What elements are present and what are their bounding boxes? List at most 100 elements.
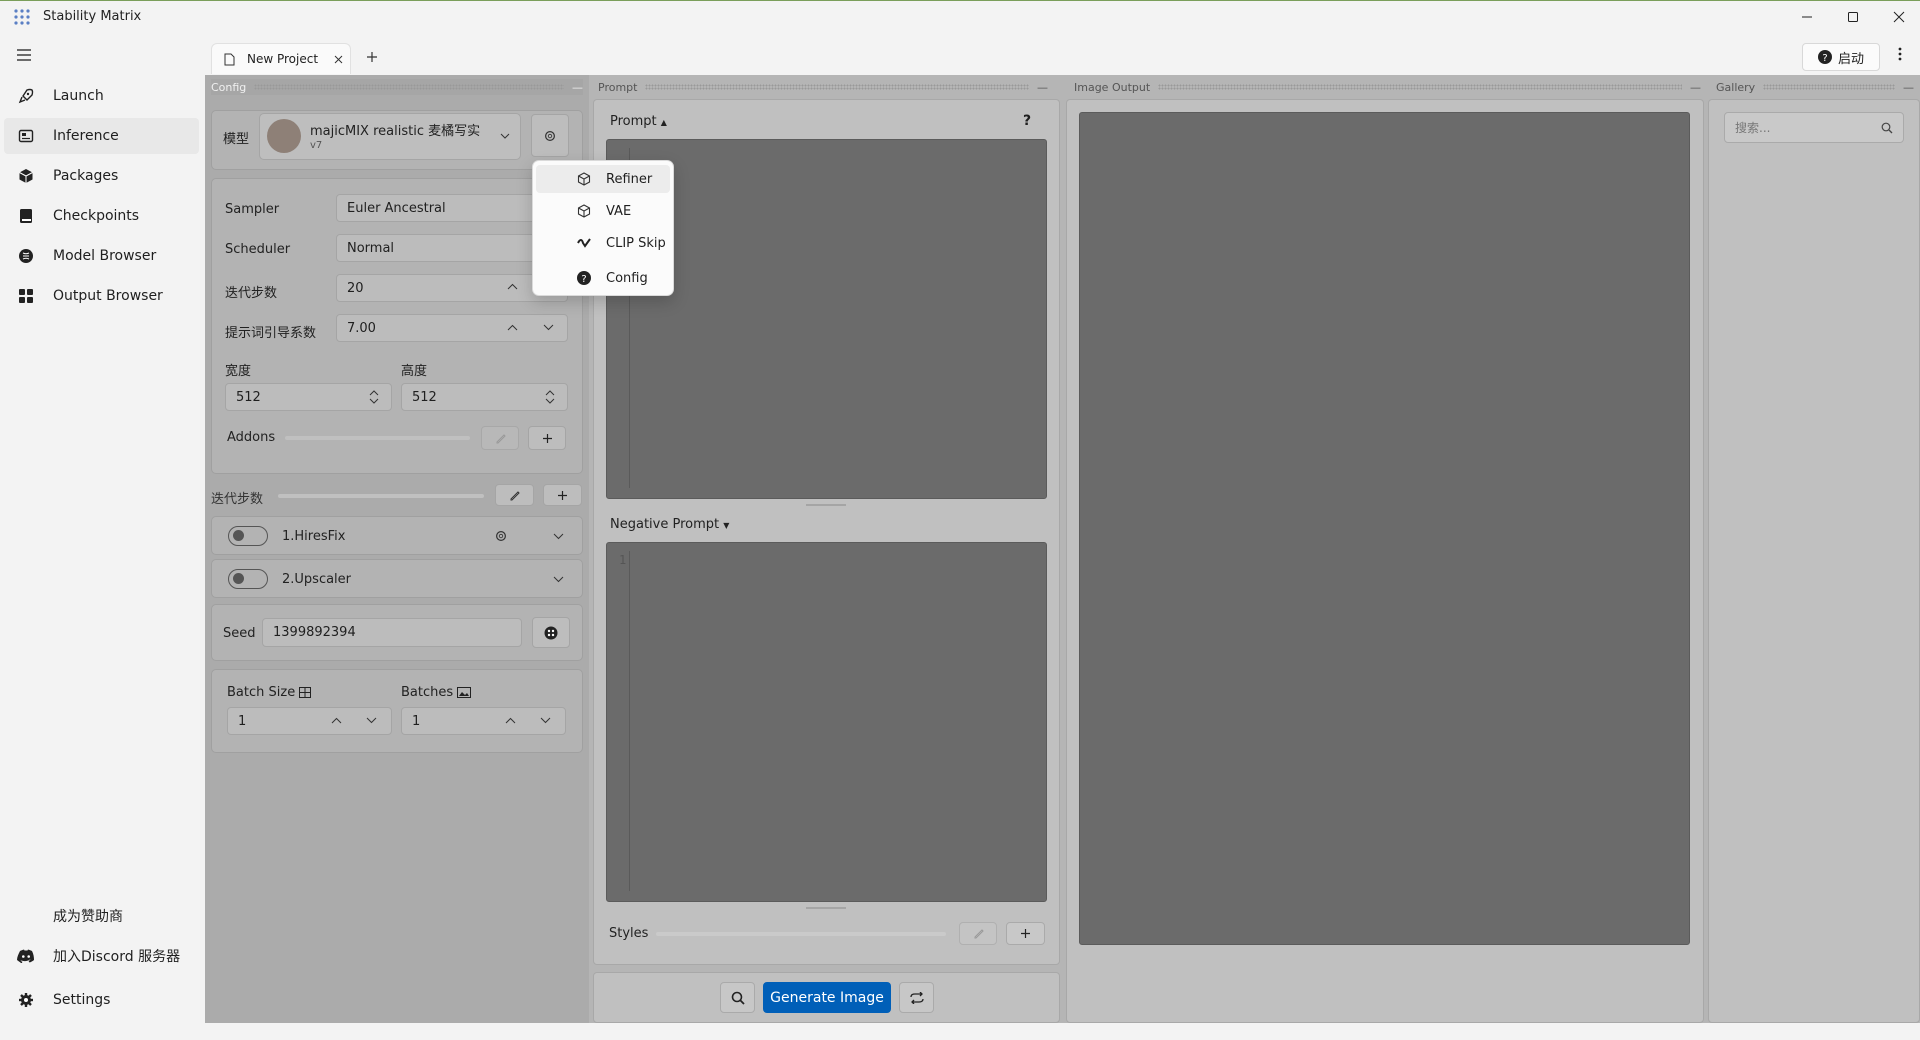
svg-text:?: ? [581, 274, 586, 285]
prompt-help-icon[interactable]: ? [1023, 113, 1031, 129]
collapse-icon[interactable]: — [1037, 81, 1048, 94]
negative-prompt-editor[interactable]: 1 [606, 542, 1047, 902]
window-bottom-edge [0, 1024, 1920, 1040]
pencil-icon [973, 928, 984, 939]
edit-styles-button[interactable] [959, 922, 997, 945]
width-input[interactable]: 512 [225, 383, 392, 411]
gallery-card [1708, 99, 1920, 1023]
menu-item-clip-skip[interactable]: CLIP Skip [536, 229, 670, 257]
gallery-panel-header[interactable]: Gallery — [1716, 79, 1914, 95]
nav-item-output-browser[interactable]: Output Browser [4, 278, 199, 314]
sampler-label: Sampler [225, 202, 280, 217]
chevron-up-icon[interactable] [505, 717, 516, 724]
zoom-button[interactable] [720, 982, 755, 1013]
more-options-icon[interactable] [1898, 47, 1902, 61]
caret-down-icon: ▼ [723, 521, 730, 530]
nav-item-packages[interactable]: Packages [4, 158, 199, 194]
collapse-icon[interactable]: — [572, 81, 583, 94]
maximize-button[interactable] [1830, 0, 1876, 34]
minimize-button[interactable] [1784, 0, 1830, 34]
menu-item-refiner[interactable]: Refiner [536, 165, 670, 193]
randomize-seed-button[interactable] [532, 617, 570, 648]
chevron-up-icon[interactable] [507, 283, 518, 290]
prompt-panel-header[interactable]: Prompt — [598, 79, 1048, 95]
spin-updown-icon[interactable] [369, 389, 379, 405]
model-select[interactable]: majicMIX realistic 麦橘写实 v7 [259, 113, 521, 160]
upscaler-card[interactable]: 2.Upscaler [211, 559, 583, 598]
nav-item-settings[interactable]: Settings [4, 982, 199, 1018]
nav-item-label: Output Browser [53, 288, 163, 304]
hamburger-menu-icon[interactable] [16, 48, 32, 62]
hiresfix-card[interactable]: 1.HiresFix [211, 516, 583, 555]
prompt-resize-handle[interactable] [806, 504, 846, 506]
scheduler-value: Normal [347, 240, 395, 256]
batches-value: 1 [412, 713, 421, 729]
gallery-search-input[interactable]: 搜索... [1724, 112, 1904, 143]
batch-size-input[interactable]: 1 [227, 707, 392, 735]
nav-item-launch[interactable]: Launch [4, 78, 199, 114]
hiresfix-toggle[interactable] [228, 526, 268, 546]
add-step-button[interactable] [543, 484, 582, 506]
nav-item-sponsor[interactable]: 成为赞助商 [4, 898, 199, 934]
prompt-label[interactable]: Prompt ▲ [610, 114, 667, 129]
edit-steps-button[interactable] [495, 484, 534, 506]
collapse-icon[interactable]: — [1690, 81, 1701, 94]
chevron-down-icon[interactable] [540, 717, 551, 724]
nav-item-inference[interactable]: Inference [4, 118, 199, 154]
model-avatar [267, 119, 301, 153]
config-panel-title: Config [211, 80, 247, 94]
plus-icon [1020, 928, 1031, 939]
chevron-up-icon[interactable] [331, 717, 342, 724]
sampler-value: Euler Ancestral [347, 200, 446, 216]
add-tab-icon[interactable] [366, 51, 378, 63]
add-addon-button[interactable] [528, 426, 566, 450]
batches-label: Batches [401, 685, 472, 700]
menu-item-vae[interactable]: VAE [536, 197, 670, 225]
collapse-icon[interactable]: — [1903, 81, 1914, 94]
chevron-down-icon[interactable] [553, 533, 564, 540]
negative-resize-handle[interactable] [806, 907, 846, 909]
gear-icon[interactable] [494, 529, 508, 543]
cfg-input[interactable]: 7.00 [336, 314, 568, 342]
height-input[interactable]: 512 [401, 383, 568, 411]
add-style-button[interactable] [1006, 922, 1045, 945]
package-icon [16, 166, 36, 186]
nav-item-discord[interactable]: 加入Discord 服务器 [4, 938, 199, 974]
model-settings-button[interactable] [531, 114, 569, 157]
nav-item-checkpoints[interactable]: Checkpoints [4, 198, 199, 234]
search-icon[interactable] [1881, 122, 1893, 134]
negative-prompt-text: Negative Prompt [610, 517, 720, 532]
batch-size-label: Batch Size [227, 685, 312, 700]
close-tab-icon[interactable] [334, 55, 343, 64]
menu-item-label: CLIP Skip [606, 235, 666, 251]
nav-item-model-browser[interactable]: Model Browser [4, 238, 199, 274]
tab-new-project[interactable]: New Project [211, 43, 351, 74]
generate-image-button[interactable]: Generate Image [763, 982, 891, 1013]
batches-input[interactable]: 1 [401, 707, 566, 735]
spin-updown-icon[interactable] [545, 389, 555, 405]
grid-icon [16, 286, 36, 306]
height-value: 512 [412, 389, 437, 405]
close-window-button[interactable] [1876, 0, 1920, 34]
image-output-canvas[interactable] [1079, 112, 1690, 945]
menu-item-config[interactable]: ? Config [536, 264, 670, 292]
config-panel-header[interactable]: Config — [211, 79, 583, 95]
nav-item-label: Launch [53, 88, 104, 104]
chevron-down-icon[interactable] [553, 576, 564, 583]
rocket-icon [16, 86, 36, 106]
addons-label: Addons [227, 430, 276, 445]
gear-icon [16, 990, 36, 1010]
negative-prompt-label[interactable]: Negative Prompt ▼ [610, 517, 729, 532]
help-button[interactable]: ? 启动 [1802, 43, 1880, 71]
title-bar [0, 0, 1920, 34]
edit-addons-button[interactable] [481, 426, 519, 450]
width-label: 宽度 [225, 364, 252, 379]
image-output-panel-header[interactable]: Image Output — [1074, 79, 1701, 95]
model-label: 模型 [223, 132, 250, 147]
chevron-up-icon[interactable] [507, 324, 518, 331]
chevron-down-icon[interactable] [543, 324, 554, 331]
chevron-down-icon[interactable] [366, 717, 377, 724]
upscaler-toggle[interactable] [228, 569, 268, 589]
auto-generate-button[interactable] [899, 982, 934, 1013]
seed-input[interactable]: 1399892394 [262, 618, 522, 647]
